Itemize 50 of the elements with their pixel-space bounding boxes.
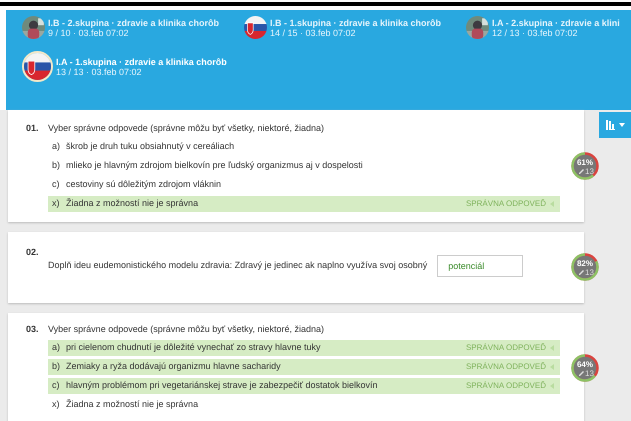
answer-count: 13 [585,268,594,278]
score-percent: 61% [577,158,593,167]
sort-button[interactable] [599,112,631,138]
answer-text: hlavným problémom pri vegetariánskej strave je zabezpečiť dostatok bielkovín [66,378,378,392]
group-meta: 12 / 13 · 03.feb 07:02 [492,28,579,38]
question-number: 02. [26,246,40,258]
answer-count: 13 [585,368,594,378]
question-number: 03. [26,323,40,336]
answer-count: 13 [585,166,594,176]
answer-letter: a) [52,140,62,153]
correct-answer-tag: SPRÁVNA ODPOVEĎ [466,380,546,392]
caret-icon [550,382,554,388]
group-title[interactable]: I.A - 1.skupina · zdravie a klinika chorôb [56,56,227,66]
flag-icon [24,53,51,80]
question-text: Doplň ideu eudemonistického modelu zdravia: Zdravý je jedinec ak naplno využíva svoj osobný [48,259,428,272]
score-percent: 82% [577,259,593,268]
answer-text: škrob je druh tuku obsiahnutý v cereáliach [66,140,234,153]
group-title[interactable]: I.B - 2.skupina · zdravie a klinika chorôb [48,18,220,28]
answer-letter: b) [52,158,62,172]
answer-text: Žiadna z možností nie je správna [66,196,198,210]
question-text: Vyber správne odpovede (správne môžu byť všetky, niektoré, žiadna) [48,122,324,135]
answer-letter: a) [52,340,62,354]
flag-icon [244,16,267,39]
group-title[interactable]: I.B - 1.skupina · zdravie a klinika chorôb [270,18,442,28]
answer-letter: b) [52,360,62,373]
correct-answer-tag: SPRÁVNA ODPOVEĎ [466,360,546,372]
caret-icon [550,200,554,206]
answer-text: pri cielenom chudnutí je dôležité vynechať zo stravy hlavne tuky [66,340,321,354]
caret-icon [550,344,554,350]
answer-letter: x) [52,398,60,411]
group-title[interactable]: I.A - 2.skupina · zdravie a klini [492,18,620,28]
group-meta: 14 / 15 · 03.feb 07:02 [270,28,357,38]
answer-text: cestoviny sú dôležitým zdrojom vláknin [66,178,222,191]
answer-letter: x) [52,196,60,210]
correct-answer-tag: SPRÁVNA ODPOVEĎ [466,342,546,354]
answer-letter: c) [52,178,60,191]
answer-text: mlieko je hlavným zdrojom bielkovín pre ľudský organizmus aj v dospelosti [66,158,363,172]
question-number: 01. [26,122,40,135]
answer-field[interactable]: potenciál [437,255,524,277]
caret-icon [550,364,554,370]
score-percent: 64% [577,360,593,369]
answer-text: Zemiaky a ryža dodávajú organizmu hlavne sacharidy [66,360,281,373]
sort-icon [605,119,617,131]
caret-icon [619,123,625,127]
answer-letter: c) [52,378,60,392]
group-meta: 13 / 13 · 03.feb 07:02 [56,66,143,76]
correct-answer-tag: SPRÁVNA ODPOVEĎ [466,198,546,210]
answer-text: Žiadna z možností nie je správna [66,398,198,411]
question-text: Vyber správne odpovede (správne môžu byť všetky, niektoré, žiadna) [48,323,324,336]
group-meta: 9 / 10 · 03.feb 07:02 [48,28,130,38]
